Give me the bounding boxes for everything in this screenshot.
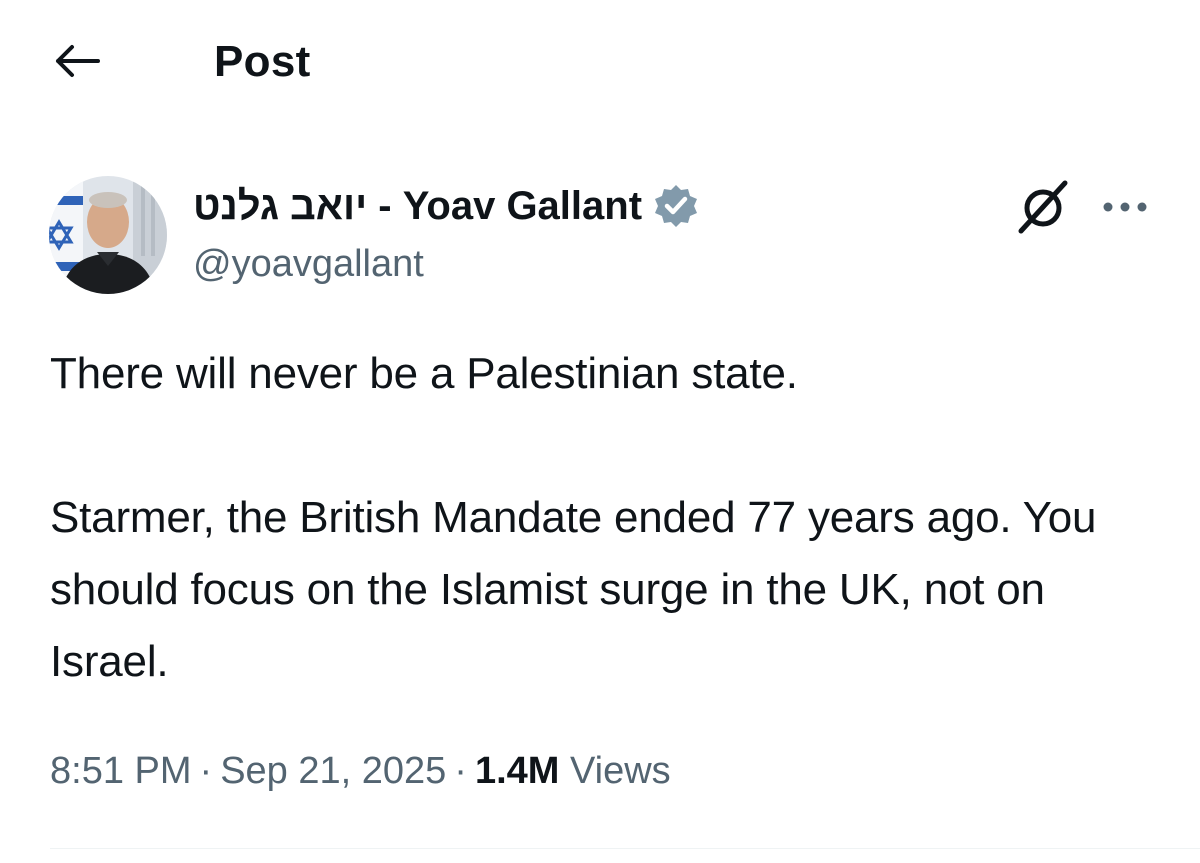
post-text: There will never be a Palestinian state.… [50, 338, 1160, 698]
top-bar: Post [0, 0, 1200, 125]
verified-badge-icon[interactable] [652, 182, 700, 230]
meta-separator: · [454, 750, 467, 792]
author-display-name[interactable]: יואב גלנט - Yoav Gallant [193, 180, 642, 232]
post-meta: 8:51 PM · Sep 21, 2025 · 1.4M Views [50, 745, 671, 797]
author-handle[interactable]: @yoavgallant [193, 240, 424, 288]
divider [50, 848, 1200, 849]
post-date[interactable]: Sep 21, 2025 [220, 750, 446, 792]
grok-button[interactable] [1012, 178, 1074, 240]
back-button[interactable] [50, 40, 104, 86]
post-paragraph: There will never be a Palestinian state. [50, 349, 798, 398]
views-count[interactable]: 1.4M [475, 750, 559, 792]
author-name-row: יואב גלנט - Yoav Gallant [193, 180, 700, 232]
views-label: Views [569, 750, 671, 792]
more-options-button[interactable] [1100, 186, 1150, 232]
avatar[interactable] [49, 176, 167, 294]
grok-icon [1013, 177, 1073, 242]
arrow-left-icon [52, 43, 102, 84]
post-paragraph: Starmer, the British Mandate ended 77 ye… [50, 493, 1097, 686]
page-title: Post [214, 37, 311, 86]
meta-separator: · [199, 750, 213, 792]
more-horizontal-icon [1102, 200, 1148, 218]
post-time[interactable]: 8:51 PM [50, 750, 192, 792]
